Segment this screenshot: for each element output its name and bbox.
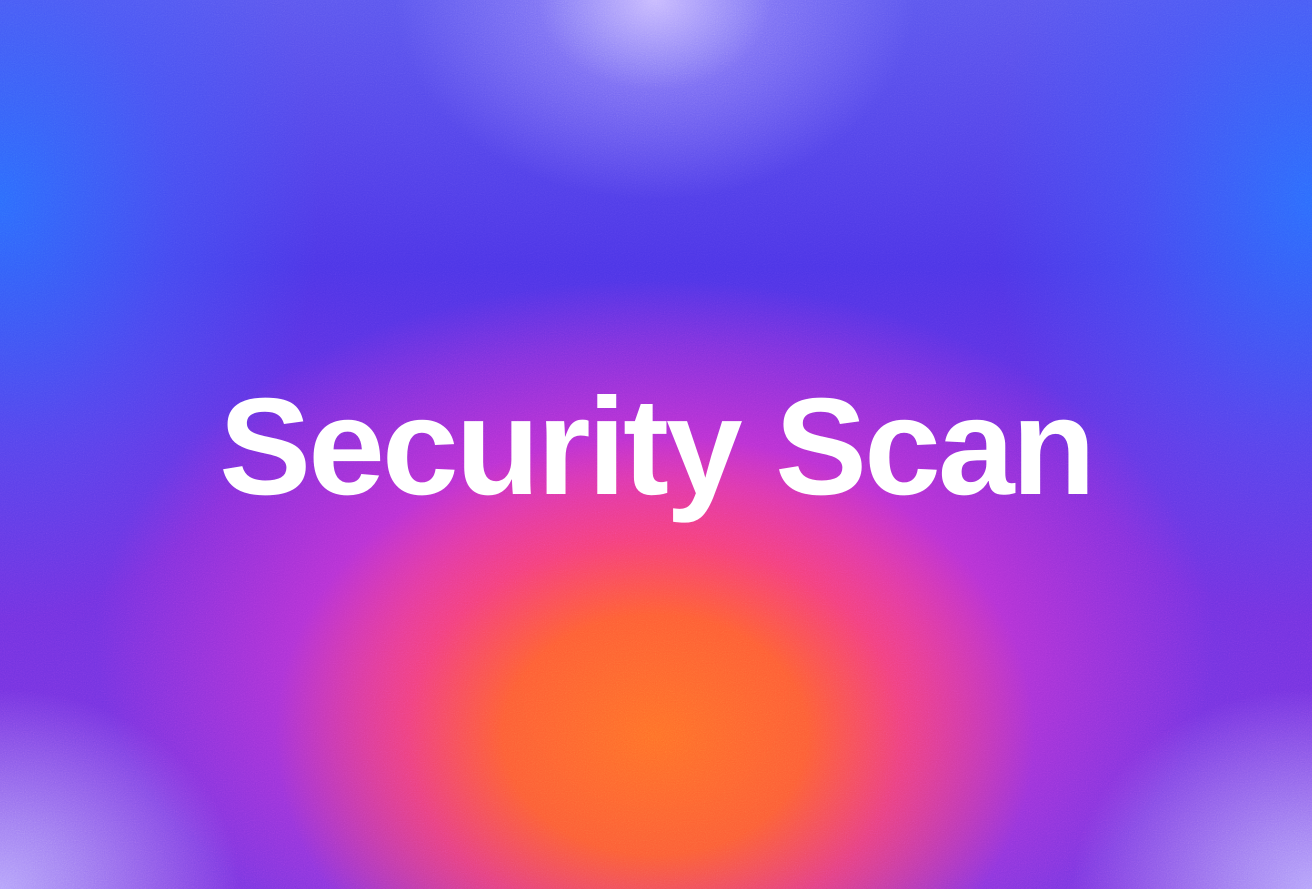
banner-title: Security Scan [219,370,1096,524]
hero-banner: Security Scan [0,0,1312,889]
